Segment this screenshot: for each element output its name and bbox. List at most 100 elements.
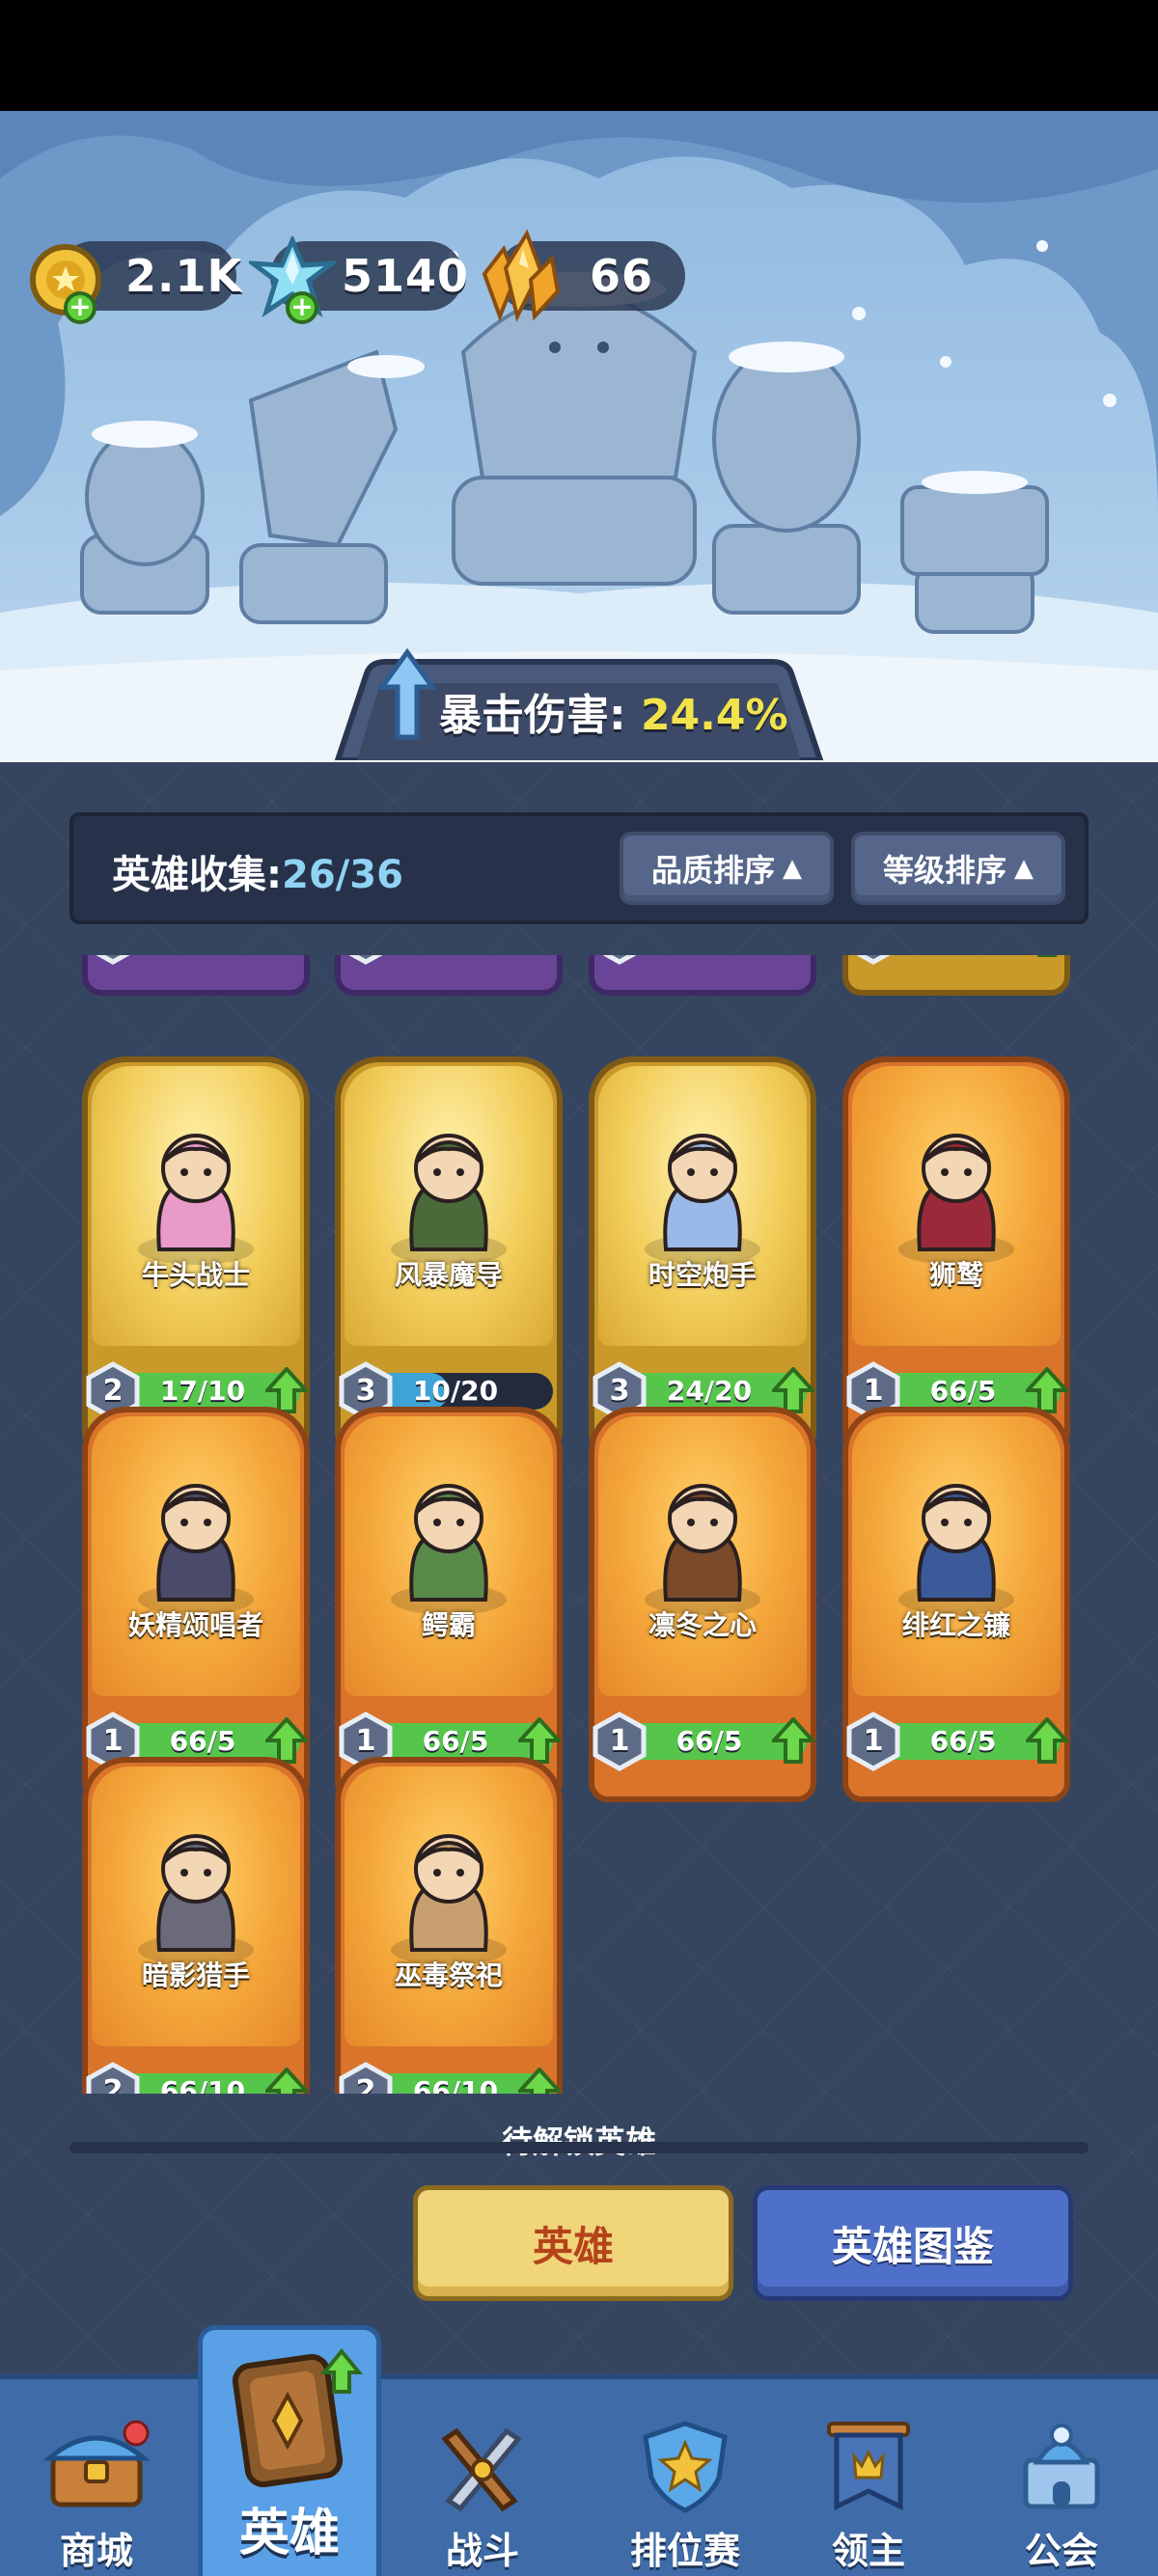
shard-progress-text: 66/5 bbox=[676, 1725, 743, 1757]
hero-name: 妖精颂唱者 bbox=[127, 1609, 263, 1641]
collection-header: 英雄收集:26/36 品质排序 ▲ 等级排序 ▲ bbox=[69, 812, 1089, 924]
crystal-amount: 66 bbox=[590, 250, 654, 302]
collection-label: 英雄收集:26/36 bbox=[112, 843, 403, 899]
hero-name: 牛头战士 bbox=[141, 1259, 250, 1291]
hero-card[interactable]: 巫毒祭祀 66/10 2 bbox=[335, 1757, 564, 2094]
hero-button[interactable]: 英雄 bbox=[413, 2185, 733, 2301]
upgrade-arrow-icon[interactable] bbox=[262, 2067, 311, 2094]
upgrade-arrow-icon[interactable] bbox=[515, 2067, 564, 2094]
hero-atlas-button[interactable]: 英雄图鉴 bbox=[753, 2185, 1073, 2301]
hero-portrait bbox=[345, 1767, 553, 2046]
hero-card[interactable]: 妖精颂唱者 66/5 1 bbox=[82, 1407, 311, 1802]
shard-progress-text: 17/10 bbox=[159, 1375, 246, 1407]
crossed-weapons-icon bbox=[441, 2427, 522, 2512]
nav-label-heroes: 英雄 bbox=[238, 2505, 340, 2562]
orange-crystal-icon bbox=[471, 229, 564, 326]
hero-name: 暗影猎手 bbox=[141, 1959, 250, 1991]
add-gem-plus-icon[interactable]: + bbox=[286, 291, 318, 324]
nav-label-battle: 战斗 bbox=[445, 2530, 519, 2572]
crit-up-arrow-icon bbox=[377, 647, 437, 749]
upgrade-arrow-icon[interactable] bbox=[1023, 1716, 1071, 1764]
collection-title: 英雄收集: bbox=[112, 853, 282, 897]
level-hexagon-icon: 1 bbox=[846, 1712, 900, 1771]
hero-name: 时空炮手 bbox=[648, 1259, 757, 1291]
hero-level: 2 bbox=[846, 955, 900, 965]
crit-damage-label: 暴击伤害: bbox=[439, 691, 626, 740]
shop-chest-icon bbox=[43, 2420, 150, 2507]
shard-progress-text: 66/10 bbox=[412, 2075, 499, 2094]
hero-card[interactable]: 风暴魔导 10/20 3 bbox=[335, 1056, 563, 1452]
level-hexagon-icon: 2 bbox=[86, 2062, 140, 2094]
sort-by-level-button[interactable]: 等级排序 ▲ bbox=[851, 832, 1065, 905]
bottom-navigation: 商城 战斗 排位赛 领主 公会 bbox=[0, 2373, 1158, 2576]
hero-card[interactable]: 暗影猎手 66/10 2 bbox=[82, 1757, 311, 2094]
hero-card[interactable]: 鳄霸 66/5 1 bbox=[335, 1407, 564, 1802]
nav-item-heroes[interactable]: 英雄 bbox=[198, 2325, 381, 2576]
nav-label-shop: 商城 bbox=[59, 2530, 133, 2572]
hero-name: 绯红之镰 bbox=[901, 1609, 1010, 1641]
hero-card[interactable]: 时空炮手 24/20 3 bbox=[589, 1056, 817, 1452]
level-hexagon-icon: 4 bbox=[86, 955, 140, 965]
crit-damage-value: 24.4% bbox=[640, 691, 788, 740]
nav-item-shop[interactable]: 商城 bbox=[0, 2379, 193, 2576]
shard-progress-text: 66/5 bbox=[929, 1375, 997, 1407]
nav-item-lord[interactable]: 领主 bbox=[772, 2379, 965, 2576]
guild-castle-icon bbox=[1023, 2424, 1100, 2509]
status-bar bbox=[0, 0, 1158, 111]
upgrade-arrow-icon[interactable] bbox=[1026, 955, 1068, 957]
nav-item-ranked[interactable]: 排位赛 bbox=[589, 2379, 782, 2576]
hero-card[interactable]: 狮鹫 66/5 1 bbox=[842, 1056, 1071, 1452]
sort-by-quality-button[interactable]: 品质排序 ▲ bbox=[620, 832, 834, 905]
lord-banner-icon bbox=[827, 2422, 910, 2510]
shard-progress-text: 66/10 bbox=[159, 2075, 246, 2094]
hero-portrait bbox=[852, 1066, 1061, 1346]
hero-grid: 4/30411/30414/30411/102牛头战士17/102风暴魔导10/… bbox=[0, 955, 1158, 2094]
hero-portrait bbox=[345, 1416, 553, 1696]
gold-amount: 2.1K bbox=[125, 250, 243, 302]
collection-count: 26/36 bbox=[282, 853, 403, 897]
locked-heroes-divider bbox=[69, 2142, 1089, 2153]
nav-item-guild[interactable]: 公会 bbox=[965, 2379, 1158, 2576]
locked-heroes-label: 待解锁英雄 bbox=[0, 2118, 1158, 2162]
hero-card-icon bbox=[232, 2347, 363, 2488]
hero-card[interactable]: 绯红之镰 66/5 1 bbox=[842, 1407, 1071, 1802]
hero-portrait bbox=[92, 1767, 300, 2046]
nav-label-guild: 公会 bbox=[1024, 2530, 1098, 2572]
hero-level: 4 bbox=[86, 955, 140, 965]
nav-label-ranked: 排位赛 bbox=[629, 2530, 740, 2572]
crit-damage-stat: 暴击伤害: 24.4% bbox=[439, 680, 788, 742]
hero-portrait bbox=[852, 1416, 1061, 1696]
level-hexagon-icon: 4 bbox=[339, 955, 393, 965]
nav-label-lord: 领主 bbox=[831, 2530, 905, 2572]
hero-portrait bbox=[345, 1066, 553, 1346]
hero-level: 2 bbox=[102, 2074, 124, 2094]
hero-level: 4 bbox=[593, 955, 647, 965]
hero-card[interactable]: 凛冬之心 66/5 1 bbox=[589, 1407, 817, 1802]
hero-portrait bbox=[92, 1416, 300, 1696]
hero-portrait bbox=[92, 1066, 300, 1346]
level-hexagon-icon: 2 bbox=[339, 2062, 393, 2094]
gem-amount: 5140 bbox=[342, 250, 470, 302]
hero-name: 鳄霸 bbox=[421, 1609, 476, 1641]
shard-progress-text: 66/5 bbox=[422, 1725, 489, 1757]
sort-level-arrow-icon: ▲ bbox=[1014, 854, 1034, 883]
hero-card[interactable]: 牛头战士 17/10 2 bbox=[82, 1056, 311, 1452]
hero-name: 狮鹫 bbox=[928, 1259, 983, 1291]
hero-name: 凛冬之心 bbox=[648, 1609, 757, 1641]
shard-progress-text: 66/5 bbox=[169, 1725, 236, 1757]
shard-progress-text: 24/20 bbox=[666, 1375, 753, 1407]
shard-progress-text: 10/20 bbox=[412, 1375, 499, 1407]
shard-progress-text: 66/5 bbox=[929, 1725, 997, 1757]
sort-quality-arrow-icon: ▲ bbox=[783, 854, 802, 883]
upgrade-arrow-icon[interactable] bbox=[769, 1716, 817, 1764]
hero-portrait bbox=[598, 1066, 807, 1346]
sort-level-label: 等级排序 bbox=[882, 852, 1006, 889]
sort-quality-label: 品质排序 bbox=[650, 852, 775, 889]
hero-name: 风暴魔导 bbox=[394, 1259, 503, 1291]
level-hexagon-icon: 2 bbox=[846, 955, 900, 965]
hero-level: 2 bbox=[355, 2074, 376, 2094]
nav-item-battle[interactable]: 战斗 bbox=[386, 2379, 579, 2576]
hero-level: 1 bbox=[609, 1724, 630, 1758]
hero-level: 1 bbox=[863, 1724, 884, 1758]
add-gold-plus-icon[interactable]: + bbox=[64, 291, 96, 324]
